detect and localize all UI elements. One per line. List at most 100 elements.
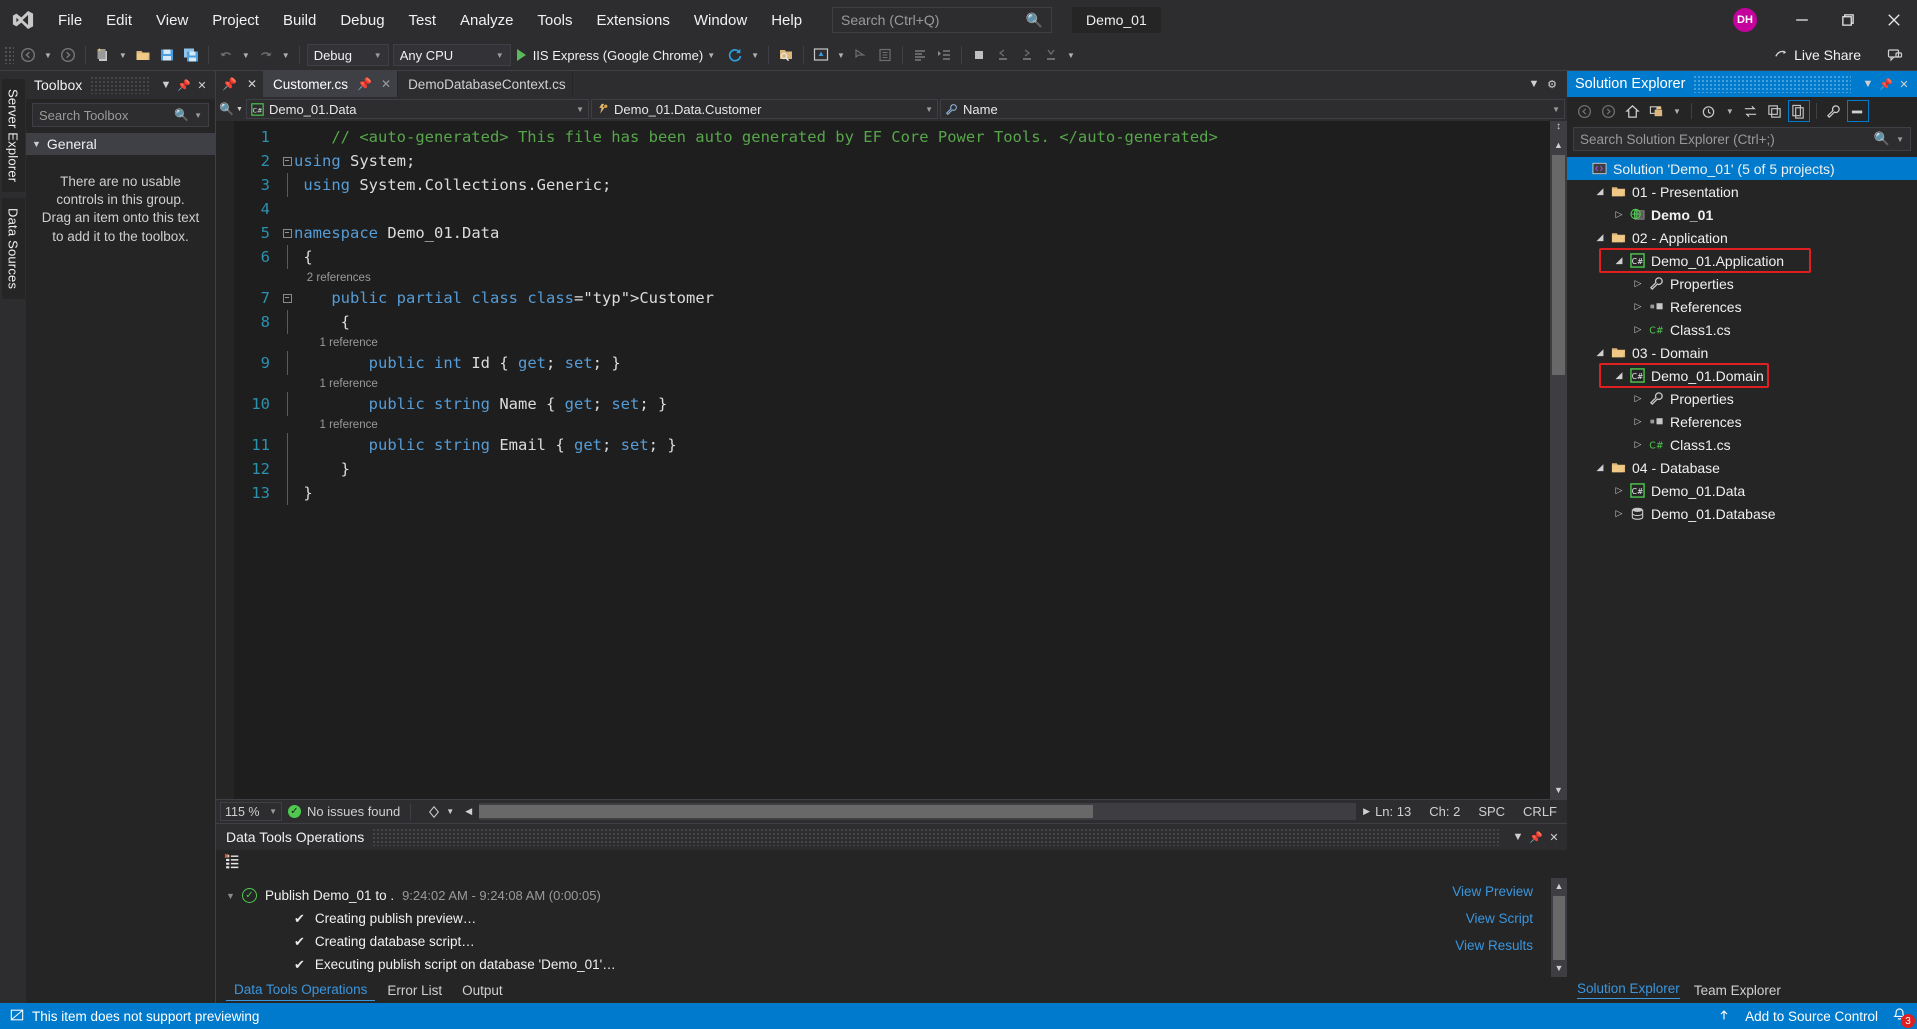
preview-icon[interactable] (809, 43, 833, 67)
menu-item-extensions[interactable]: Extensions (584, 0, 681, 40)
fold-margin[interactable] (280, 481, 294, 505)
tree-item[interactable]: ◢C#Demo_01.Domain (1567, 364, 1917, 387)
triangle-right-icon[interactable]: ▷ (1611, 209, 1627, 220)
code-line[interactable]: 4 (234, 197, 1550, 221)
fold-margin[interactable]: − (280, 229, 294, 238)
menu-item-tools[interactable]: Tools (525, 0, 584, 40)
fold-toggle-icon[interactable]: − (283, 157, 292, 166)
tab-team-explorer[interactable]: Team Explorer (1694, 983, 1781, 998)
back-icon[interactable] (1573, 100, 1595, 122)
tree-item[interactable]: ◢02 - Application (1567, 226, 1917, 249)
code-editor[interactable]: 1 // <auto-generated> This file has been… (216, 121, 1567, 799)
menu-item-project[interactable]: Project (200, 0, 271, 40)
code-text[interactable]: using System; (294, 149, 1550, 173)
code-line[interactable]: 12 } (234, 457, 1550, 481)
tree-item[interactable]: ◢C#Demo_01.Application (1567, 249, 1917, 272)
tree-item[interactable]: ▷C#Class1.cs (1567, 318, 1917, 341)
code-line[interactable]: 5−namespace Demo_01.Data (234, 221, 1550, 245)
close-icon[interactable]: ✕ (247, 77, 257, 91)
operation-step-row[interactable]: ✔ Creating publish preview… (216, 907, 1567, 930)
designer-pointer-icon[interactable] (849, 43, 873, 67)
clear-list-icon[interactable] (224, 853, 241, 875)
chevron-down-icon[interactable]: ▼ (1722, 107, 1738, 116)
close-icon[interactable]: ✕ (1895, 74, 1913, 94)
triangle-right-icon[interactable]: ▷ (1630, 278, 1646, 289)
toolbar-grip[interactable] (4, 46, 14, 64)
fold-margin[interactable] (280, 173, 294, 197)
triangle-right-icon[interactable]: ▷ (1630, 416, 1646, 427)
code-text[interactable]: namespace Demo_01.Data (294, 221, 1550, 245)
new-project-icon[interactable] (91, 43, 115, 67)
code-text[interactable]: { (294, 245, 1550, 269)
dock-tab-server-explorer[interactable]: Server Explorer (2, 79, 25, 192)
code-text[interactable]: using System.Collections.Generic; (294, 173, 1550, 197)
triangle-down-icon[interactable]: ▼ (226, 891, 235, 901)
code-line[interactable]: 7− public partial class class="typ">Cust… (234, 286, 1550, 310)
upload-icon[interactable] (1717, 1008, 1731, 1025)
fold-margin[interactable] (280, 433, 294, 457)
hot-reload-dropdown-icon[interactable]: ▼ (747, 51, 763, 60)
code-text[interactable]: public string Name { get; set; } (294, 392, 1550, 416)
restore-icon[interactable] (1825, 0, 1871, 40)
tree-item[interactable]: ▷Properties (1567, 272, 1917, 295)
chevron-down-icon[interactable]: ▼ (194, 111, 202, 120)
navigate-back-icon[interactable] (16, 43, 40, 67)
operation-root-row[interactable]: ▼ ✓ Publish Demo_01 to . 9:24:02 AM - 9:… (216, 884, 1567, 907)
code-text[interactable]: { (294, 310, 1550, 334)
tree-item[interactable]: ▷Demo_01.Database (1567, 502, 1917, 525)
scroll-down-icon[interactable]: ▼ (1551, 960, 1567, 977)
preview-dropdown-icon[interactable]: ▼ (833, 51, 849, 60)
code-text[interactable]: public int Id { get; set; } (294, 351, 1550, 375)
home-icon[interactable] (1621, 100, 1643, 122)
step-over-icon[interactable] (1015, 43, 1039, 67)
chevron-down-icon[interactable]: ▼ (1509, 827, 1527, 847)
code-line[interactable]: 6 { (234, 245, 1550, 269)
code-line[interactable]: 1 // <auto-generated> This file has been… (234, 125, 1550, 149)
toolbar-overflow-icon[interactable]: ▼ (1063, 51, 1079, 60)
menu-item-window[interactable]: Window (682, 0, 759, 40)
scrollbar-thumb[interactable] (1553, 896, 1565, 968)
undo-dropdown-icon[interactable]: ▼ (238, 51, 254, 60)
menu-item-debug[interactable]: Debug (328, 0, 396, 40)
scrollbar-thumb[interactable] (1552, 155, 1565, 375)
editor-vertical-scrollbar[interactable]: ↕ ▲ ▼ (1550, 121, 1567, 799)
redo-icon[interactable] (254, 43, 278, 67)
toolbox-search-input[interactable]: Search Toolbox 🔍 ▼ (32, 103, 209, 127)
code-text[interactable]: } (294, 457, 1550, 481)
pin-icon[interactable]: 📌 (1527, 827, 1545, 847)
fold-toggle-icon[interactable]: − (283, 294, 292, 303)
menu-item-file[interactable]: File (46, 0, 94, 40)
save-all-icon[interactable] (179, 43, 203, 67)
chevron-down-icon[interactable]: ▼ (1896, 135, 1904, 144)
operation-step-row[interactable]: ✔ Creating database script… (216, 930, 1567, 953)
code-line[interactable]: 8 { (234, 310, 1550, 334)
navbar-project-dropdown[interactable]: C# Demo_01.Data ▼ (246, 99, 589, 119)
triangle-down-icon[interactable]: ◢ (1592, 186, 1608, 197)
tree-item[interactable]: ▷C#Class1.cs (1567, 433, 1917, 456)
editor-horizontal-scrollbar[interactable] (479, 803, 1356, 820)
menu-item-test[interactable]: Test (397, 0, 449, 40)
hot-reload-icon[interactable] (723, 43, 747, 67)
navigate-back-dropdown-icon[interactable]: ▼ (40, 51, 56, 60)
navbar-search-icon[interactable]: 🔍▼ (218, 102, 244, 116)
scroll-up-icon[interactable]: ▲ (1551, 878, 1567, 895)
triangle-right-icon[interactable]: ▷ (1611, 508, 1627, 519)
zoom-level-dropdown[interactable]: 115 % ▼ (220, 802, 282, 821)
navbar-member-dropdown[interactable]: Name ▼ (940, 99, 1565, 119)
feedback-icon[interactable] (1883, 43, 1907, 67)
navbar-type-dropdown[interactable]: Demo_01.Data.Customer ▼ (591, 99, 938, 119)
squiggle-filter-button[interactable]: ▼ (421, 805, 460, 819)
run-target-dropdown-icon[interactable]: ▼ (703, 51, 719, 60)
codelens-row[interactable]: 1 reference (234, 416, 1550, 433)
fold-margin[interactable] (280, 245, 294, 269)
scroll-left-icon[interactable]: ◀ (460, 806, 477, 817)
avatar[interactable]: DH (1733, 8, 1757, 32)
scroll-up-icon[interactable]: ▲ (1550, 137, 1567, 154)
scroll-down-icon[interactable]: ▼ (1550, 782, 1567, 799)
pin-icon[interactable]: 📌 (1877, 74, 1895, 94)
solution-configuration-dropdown[interactable]: Debug ▼ (307, 44, 389, 66)
panel-drag-handle[interactable] (372, 828, 1501, 846)
new-project-dropdown-icon[interactable]: ▼ (115, 51, 131, 60)
tree-item[interactable]: ▷C#Demo_01.Data (1567, 479, 1917, 502)
chevron-down-icon[interactable]: ▼ (1859, 74, 1877, 94)
